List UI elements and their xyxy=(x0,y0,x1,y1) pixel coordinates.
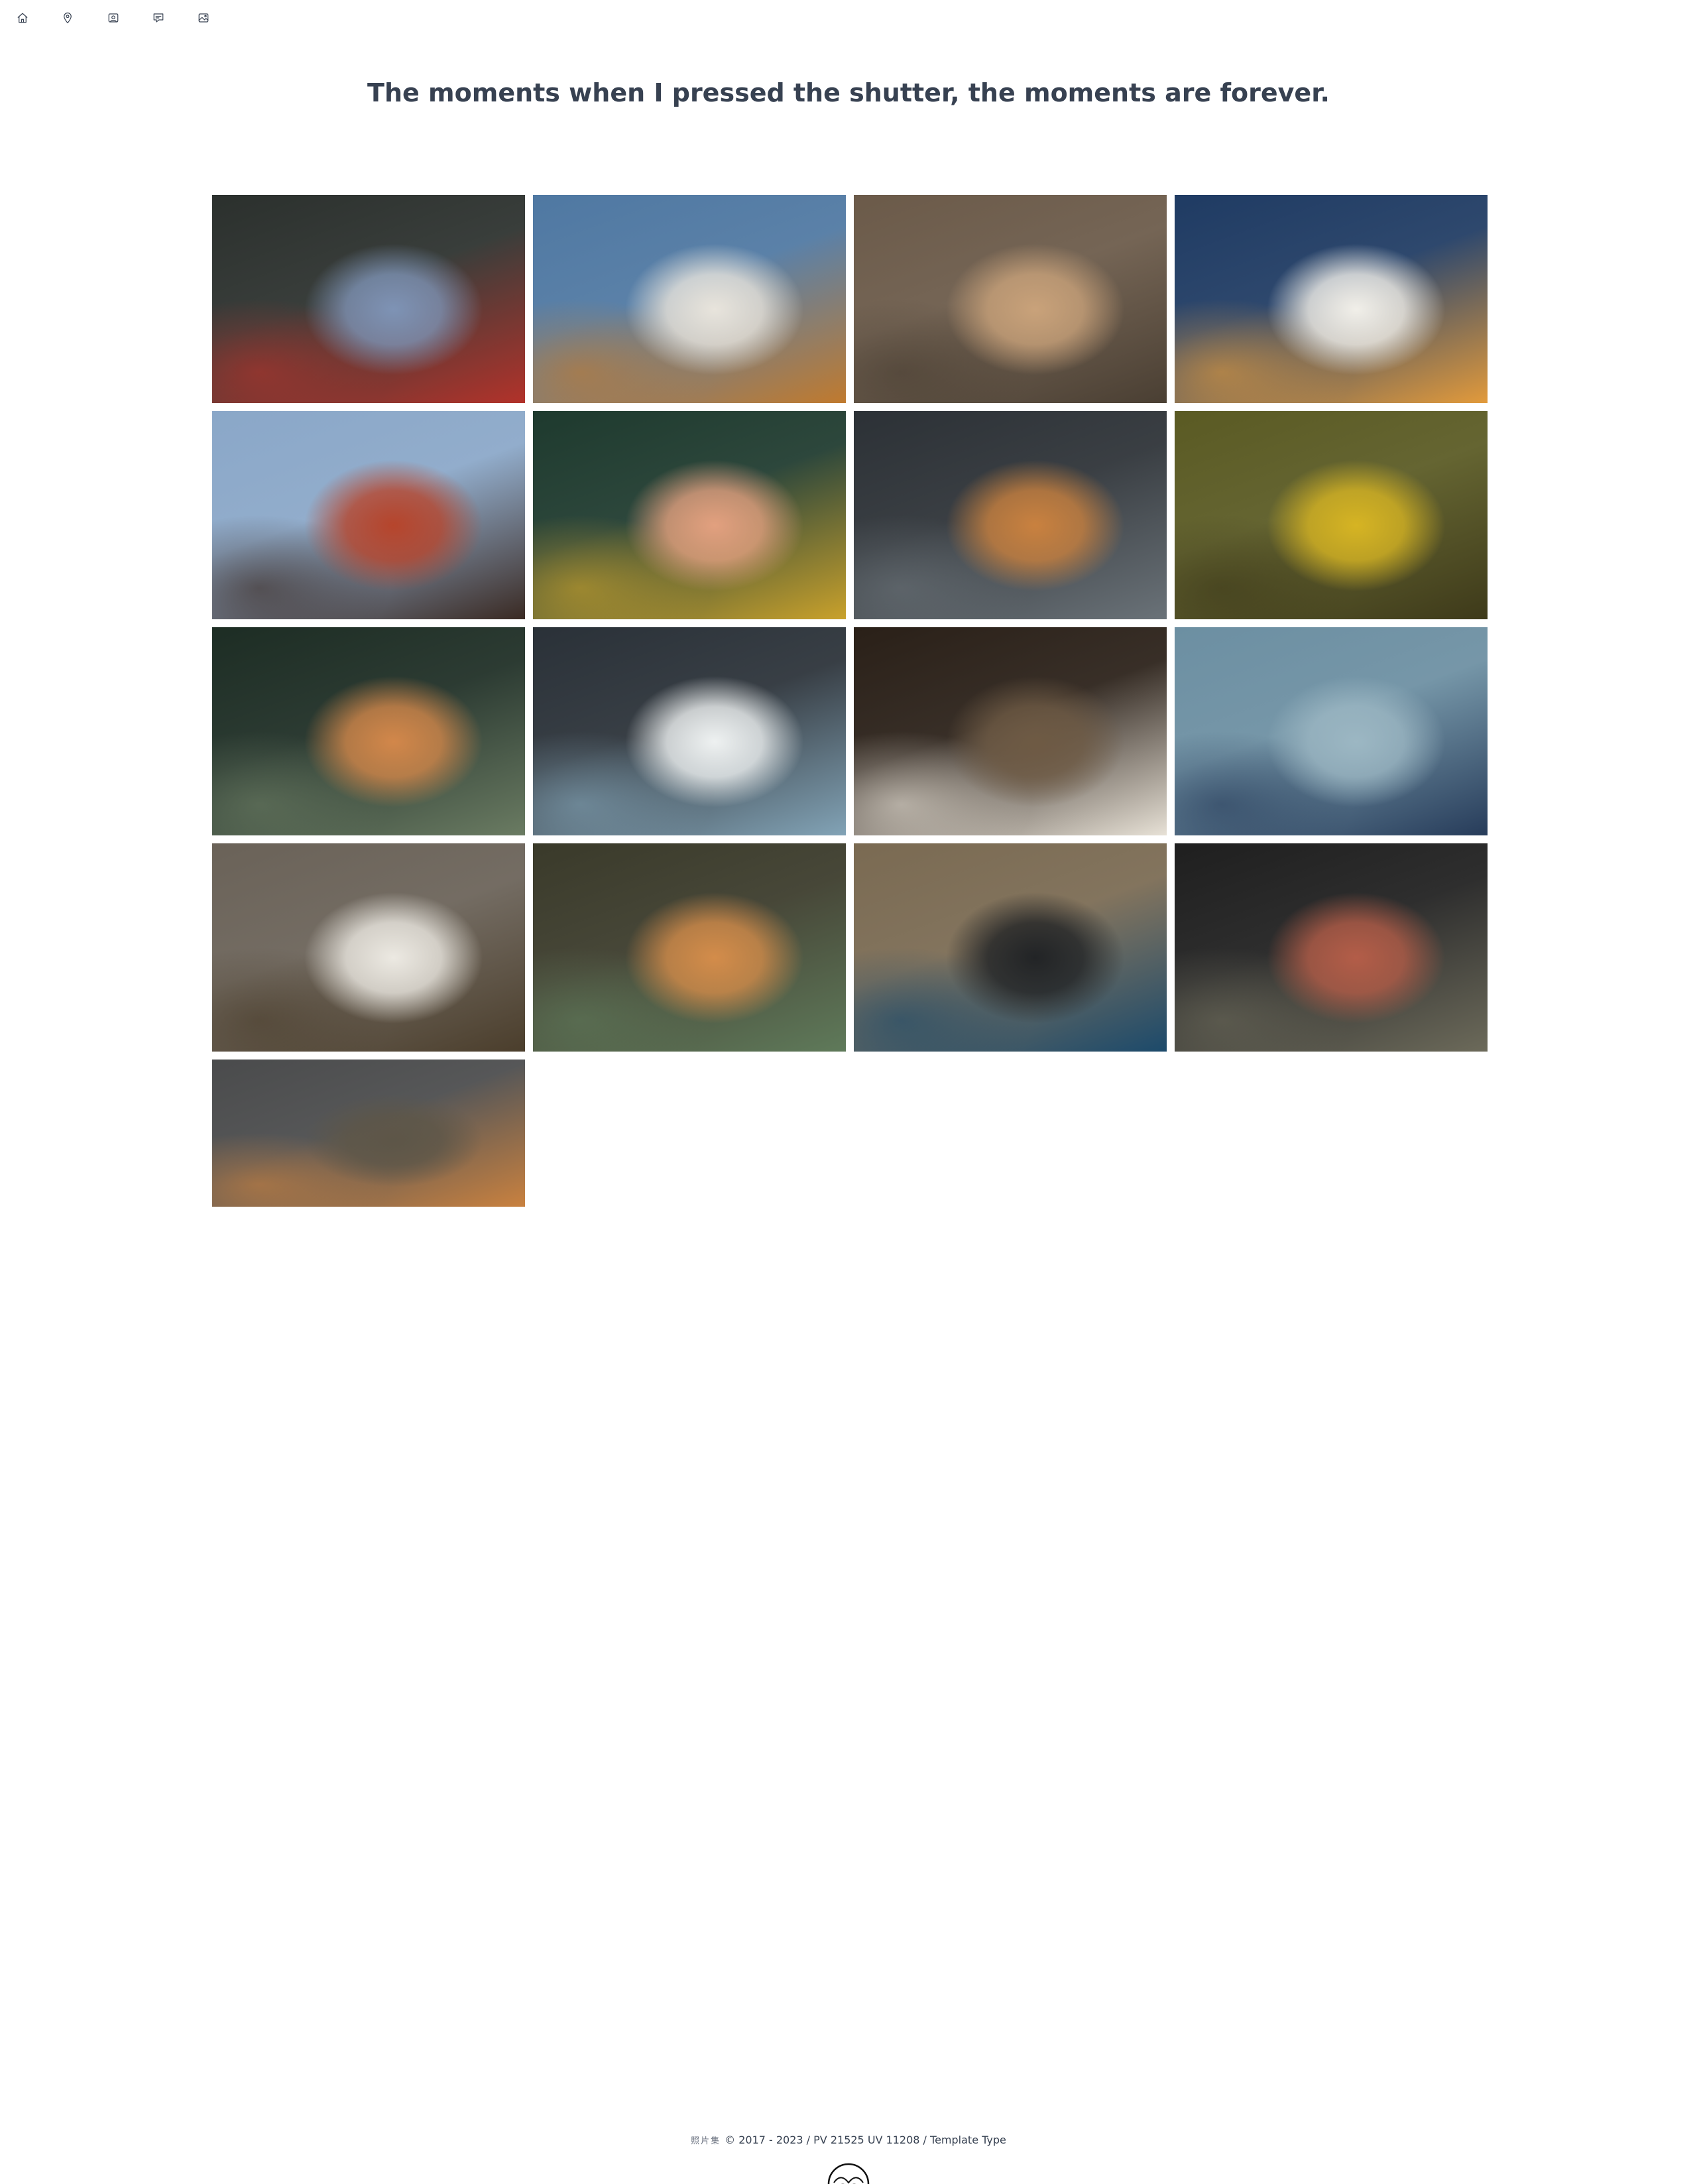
photo-image xyxy=(854,195,1167,403)
photo-image xyxy=(1175,627,1488,835)
photo-thumbnail[interactable] xyxy=(533,843,846,1052)
photo-thumbnail[interactable] xyxy=(854,195,1167,403)
photo-thumbnail[interactable] xyxy=(533,195,846,403)
photo-thumbnail[interactable] xyxy=(212,843,525,1052)
photo-image xyxy=(212,843,525,1052)
photo-image xyxy=(854,843,1167,1052)
photo-thumbnail[interactable] xyxy=(1175,195,1488,403)
footer-site-name: 照片集 xyxy=(691,2136,721,2146)
photo-image xyxy=(212,411,525,619)
photo-thumbnail[interactable] xyxy=(533,627,846,835)
photo-thumbnail[interactable] xyxy=(212,195,525,403)
photo-thumbnail[interactable] xyxy=(1175,411,1488,619)
photo-thumbnail[interactable] xyxy=(854,627,1167,835)
footer: 照片集 © 2017 - 2023 / PV 21525 UV 11208 / T… xyxy=(0,2134,1697,2146)
site-logo[interactable] xyxy=(827,2163,870,2184)
photo-thumbnail[interactable] xyxy=(212,627,525,835)
photo-thumbnail[interactable] xyxy=(212,1060,525,1207)
photo-thumbnail[interactable] xyxy=(854,843,1167,1052)
footer-stats: © 2017 - 2023 / PV 21525 UV 11208 / xyxy=(725,2134,931,2146)
photo-image xyxy=(533,195,846,403)
album-icon[interactable] xyxy=(104,9,123,27)
photo-thumbnail[interactable] xyxy=(854,411,1167,619)
photo-image xyxy=(212,195,525,403)
top-navigation xyxy=(0,0,1697,37)
photo-thumbnail[interactable] xyxy=(1175,627,1488,835)
photo-thumbnail[interactable] xyxy=(212,411,525,619)
photo-image xyxy=(212,1060,525,1207)
photo-image xyxy=(854,411,1167,619)
photo-image xyxy=(533,627,846,835)
photo-image xyxy=(533,843,846,1052)
photo-thumbnail[interactable] xyxy=(533,411,846,619)
photo-image xyxy=(854,627,1167,835)
photo-image xyxy=(1175,195,1488,403)
home-icon[interactable] xyxy=(13,9,32,27)
photo-gallery xyxy=(212,195,1488,1207)
photo-image xyxy=(1175,411,1488,619)
photo-image xyxy=(1175,843,1488,1052)
page-title: The moments when I pressed the shutter, … xyxy=(367,78,1330,107)
photo-image xyxy=(212,627,525,835)
comment-icon[interactable] xyxy=(149,9,168,27)
photo-image xyxy=(533,411,846,619)
location-pin-icon[interactable] xyxy=(58,9,77,27)
photo-thumbnail[interactable] xyxy=(1175,843,1488,1052)
image-icon[interactable] xyxy=(194,9,213,27)
template-link[interactable]: Template Type xyxy=(930,2134,1006,2146)
